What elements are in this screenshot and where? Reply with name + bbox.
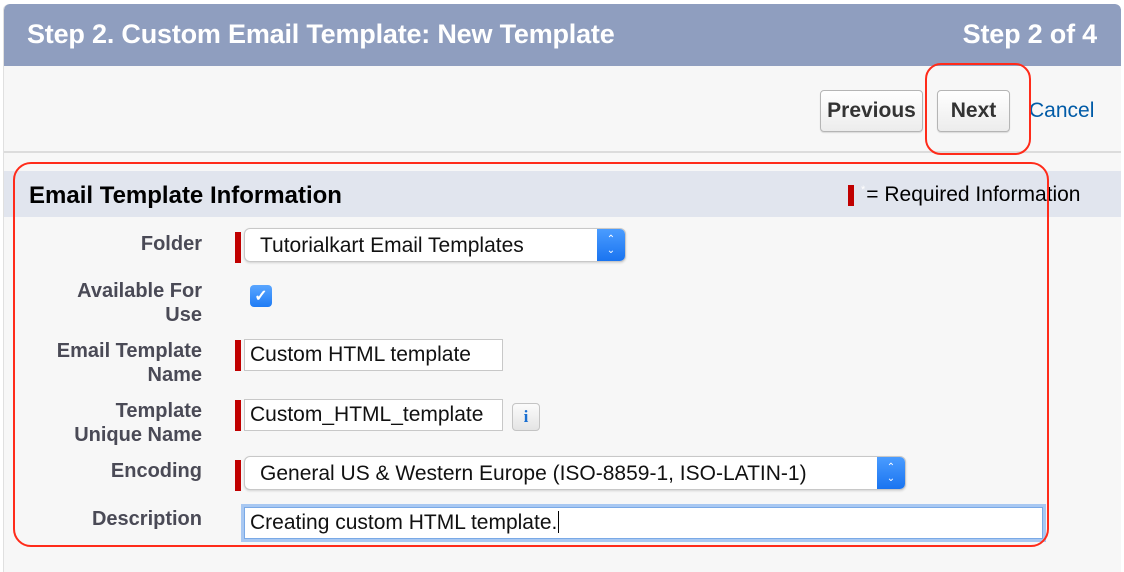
encoding-select[interactable]: General US & Western Europe (ISO-8859-1,… <box>244 456 906 490</box>
text-caret <box>558 511 560 533</box>
page-title: Step 2. Custom Email Template: New Templ… <box>27 19 615 49</box>
wizard-page: Step 2. Custom Email Template: New Templ… <box>3 4 1121 572</box>
description-label: Description <box>91 508 202 530</box>
checkmark-icon: ✓ <box>254 288 268 305</box>
next-button[interactable]: Next <box>937 90 1010 132</box>
wizard-header: Step 2. Custom Email Template: New Templ… <box>4 4 1121 66</box>
required-marker <box>235 460 241 491</box>
required-legend: * = Required Information <box>848 183 1081 207</box>
required-indicator-icon <box>848 184 854 206</box>
template-name-label: Email Template Name <box>56 340 202 386</box>
available-for-use-checkbox[interactable]: ✓ <box>250 285 272 307</box>
step-indicator: Step 2 of 4 <box>962 19 1098 49</box>
required-marker <box>235 400 241 431</box>
previous-button[interactable]: Previous <box>820 90 923 132</box>
encoding-select-value: General US & Western Europe (ISO-8859-1,… <box>260 462 807 485</box>
cancel-link[interactable]: Cancel <box>1029 99 1094 123</box>
folder-select-value: Tutorialkart Email Templates <box>260 234 524 257</box>
folder-select[interactable]: Tutorialkart Email Templates ⌃ ⌄ <box>244 228 626 262</box>
info-icon[interactable]: i <box>512 403 540 431</box>
required-legend-text: = Required Information <box>866 183 1081 206</box>
folder-label: Folder <box>140 233 202 255</box>
template-name-input[interactable]: Custom HTML template <box>244 339 503 371</box>
section-header: Email Template Information * = Required … <box>4 171 1121 217</box>
encoding-label: Encoding <box>110 460 202 482</box>
description-input[interactable]: Creating custom HTML template. <box>244 507 1043 539</box>
unique-name-input[interactable]: Custom_HTML_template <box>244 399 503 431</box>
unique-name-label: Template Unique Name <box>74 400 202 446</box>
button-bar: Previous Next Cancel <box>4 66 1121 153</box>
required-marker <box>235 340 241 371</box>
select-arrows-icon: ⌃ ⌄ <box>877 457 905 489</box>
required-star: * <box>861 184 866 196</box>
available-for-use-label: Available For Use <box>77 280 202 326</box>
required-marker <box>235 232 241 263</box>
section-title: Email Template Information <box>29 182 342 209</box>
select-arrows-icon: ⌃ ⌄ <box>597 229 625 261</box>
